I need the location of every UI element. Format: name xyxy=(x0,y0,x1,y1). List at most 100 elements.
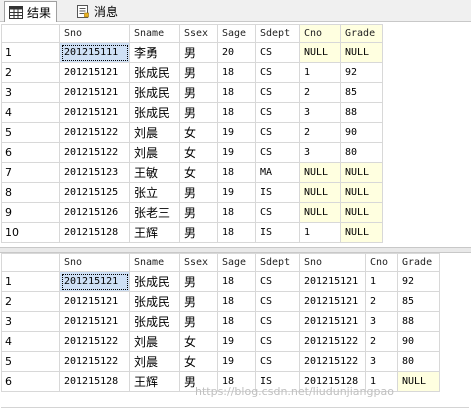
table-row[interactable]: 9 201215126 张老三男 18 CS NULL NULL xyxy=(1,202,383,223)
table-row[interactable]: 6 201215128 王辉男 18 IS 201215128 1 NULL xyxy=(1,371,440,392)
table-cell[interactable]: NULL xyxy=(299,182,341,203)
row-number[interactable]: 8 xyxy=(1,182,60,203)
table-cell[interactable]: NULL xyxy=(340,162,383,183)
table-cell[interactable]: 201215121 xyxy=(299,271,366,292)
table-cell[interactable]: 201215121 xyxy=(59,102,130,123)
column-header[interactable]: Cno xyxy=(299,24,341,43)
column-header[interactable]: Sname xyxy=(129,24,180,43)
table-cell[interactable]: 19 xyxy=(217,182,256,203)
row-number[interactable]: 4 xyxy=(1,331,60,352)
table-cell[interactable]: 刘晨 xyxy=(129,122,180,143)
table-row[interactable]: 3 201215121 张成民男 18 CS 2 85 xyxy=(1,82,383,103)
table-cell[interactable]: 2 xyxy=(365,331,398,352)
table-cell[interactable]: 201215121 xyxy=(299,311,366,332)
table-cell[interactable]: NULL xyxy=(299,202,341,223)
table-cell[interactable]: 201215121 xyxy=(59,311,130,332)
table-cell[interactable]: CS xyxy=(255,291,300,312)
table-cell[interactable]: 201215128 xyxy=(299,371,366,392)
table-cell[interactable]: 张立 xyxy=(129,182,180,203)
result-grid-1[interactable]: Sno Sname Ssex Sage Sdept Cno Grade 1 201… xyxy=(1,24,469,248)
table-cell[interactable]: 1 xyxy=(365,371,398,392)
table-cell[interactable]: 刘晨 xyxy=(129,142,180,163)
table-cell[interactable]: 李勇 xyxy=(129,42,180,63)
table-cell[interactable]: 19 xyxy=(217,351,256,372)
table-cell[interactable]: CS xyxy=(255,351,300,372)
table-cell[interactable]: 92 xyxy=(340,62,383,83)
table-cell[interactable]: CS xyxy=(255,142,300,163)
table-cell[interactable]: 3 xyxy=(365,351,398,372)
table-cell[interactable]: 80 xyxy=(340,142,383,163)
table-cell[interactable]: 王辉 xyxy=(129,222,180,243)
table-cell[interactable]: 201215123 xyxy=(59,162,130,183)
table-cell[interactable]: 女 xyxy=(179,331,218,352)
table-cell[interactable]: 18 xyxy=(217,271,256,292)
table-row[interactable]: 10 201215128 王辉男 18 IS 1 NULL xyxy=(1,222,383,243)
table-cell[interactable]: 男 xyxy=(179,182,218,203)
row-number[interactable]: 6 xyxy=(1,371,60,392)
table-cell[interactable]: 18 xyxy=(217,311,256,332)
row-number[interactable]: 3 xyxy=(1,311,60,332)
table-cell[interactable]: 男 xyxy=(179,82,218,103)
table-cell[interactable]: 18 xyxy=(217,222,256,243)
table-cell[interactable]: CS xyxy=(255,202,300,223)
table-cell[interactable]: 201215122 xyxy=(59,331,130,352)
table-cell[interactable]: 18 xyxy=(217,162,256,183)
table-cell[interactable]: 201215121 xyxy=(59,291,130,312)
table-cell[interactable]: 201215122 xyxy=(299,351,366,372)
table-cell[interactable]: 王敏 xyxy=(129,162,180,183)
table-cell[interactable]: 201215121 xyxy=(59,271,130,292)
table-cell[interactable]: 3 xyxy=(365,311,398,332)
table-cell[interactable]: 18 xyxy=(217,82,256,103)
column-header[interactable]: Sno xyxy=(59,253,130,272)
table-cell[interactable]: CS xyxy=(255,311,300,332)
table-row[interactable]: 7 201215123 王敏女 18 MA NULL NULL xyxy=(1,162,383,183)
table-cell[interactable]: 3 xyxy=(299,142,341,163)
table-cell[interactable]: 201215122 xyxy=(59,122,130,143)
column-header[interactable]: Sage xyxy=(217,24,256,43)
table-cell[interactable]: 201215111 xyxy=(59,42,130,63)
table-cell[interactable]: 男 xyxy=(179,271,218,292)
column-header[interactable]: Grade xyxy=(397,253,440,272)
column-header[interactable]: Cno xyxy=(365,253,398,272)
table-cell[interactable]: NULL xyxy=(340,42,383,63)
table-cell[interactable]: 201215125 xyxy=(59,182,130,203)
table-cell[interactable]: 男 xyxy=(179,202,218,223)
table-cell[interactable]: 201215122 xyxy=(299,331,366,352)
table-cell[interactable]: CS xyxy=(255,271,300,292)
table-row[interactable]: 1 201215111 李勇男 20 CS NULL NULL xyxy=(1,42,383,63)
table-row[interactable]: 1 201215121 张成民男 18 CS 201215121 1 92 xyxy=(1,271,440,292)
table-cell[interactable]: 男 xyxy=(179,311,218,332)
table-cell[interactable]: 201215128 xyxy=(59,371,130,392)
table-cell[interactable]: 19 xyxy=(217,142,256,163)
table-cell[interactable]: IS xyxy=(255,371,300,392)
column-header[interactable]: Sno xyxy=(59,24,130,43)
table-cell[interactable]: 19 xyxy=(217,122,256,143)
table-cell[interactable]: NULL xyxy=(299,42,341,63)
table-cell[interactable]: 18 xyxy=(217,371,256,392)
table-cell[interactable]: 刘晨 xyxy=(129,331,180,352)
table-cell[interactable]: 张成民 xyxy=(129,102,180,123)
table-row[interactable]: 6 201215122 刘晨女 19 CS 3 80 xyxy=(1,142,383,163)
table-cell[interactable]: 刘晨 xyxy=(129,351,180,372)
table-cell[interactable]: 王辉 xyxy=(129,371,180,392)
table-cell[interactable]: CS xyxy=(255,82,300,103)
row-number[interactable]: 9 xyxy=(1,202,60,223)
table-cell[interactable]: 男 xyxy=(179,291,218,312)
table-cell[interactable]: 2 xyxy=(365,291,398,312)
table-cell[interactable]: 3 xyxy=(299,102,341,123)
row-number[interactable]: 1 xyxy=(1,271,60,292)
table-cell[interactable]: 男 xyxy=(179,371,218,392)
table-cell[interactable]: 80 xyxy=(397,351,440,372)
table-cell[interactable]: NULL xyxy=(340,222,383,243)
table-cell[interactable]: NULL xyxy=(299,162,341,183)
table-cell[interactable]: NULL xyxy=(397,371,440,392)
row-number[interactable]: 2 xyxy=(1,291,60,312)
table-cell[interactable]: 88 xyxy=(340,102,383,123)
column-header[interactable]: Sdept xyxy=(255,24,300,43)
table-cell[interactable]: 201215121 xyxy=(59,62,130,83)
table-cell[interactable]: 18 xyxy=(217,102,256,123)
table-cell[interactable]: 18 xyxy=(217,62,256,83)
table-cell[interactable]: NULL xyxy=(340,202,383,223)
table-cell[interactable]: 1 xyxy=(365,271,398,292)
column-header[interactable]: Ssex xyxy=(179,24,218,43)
